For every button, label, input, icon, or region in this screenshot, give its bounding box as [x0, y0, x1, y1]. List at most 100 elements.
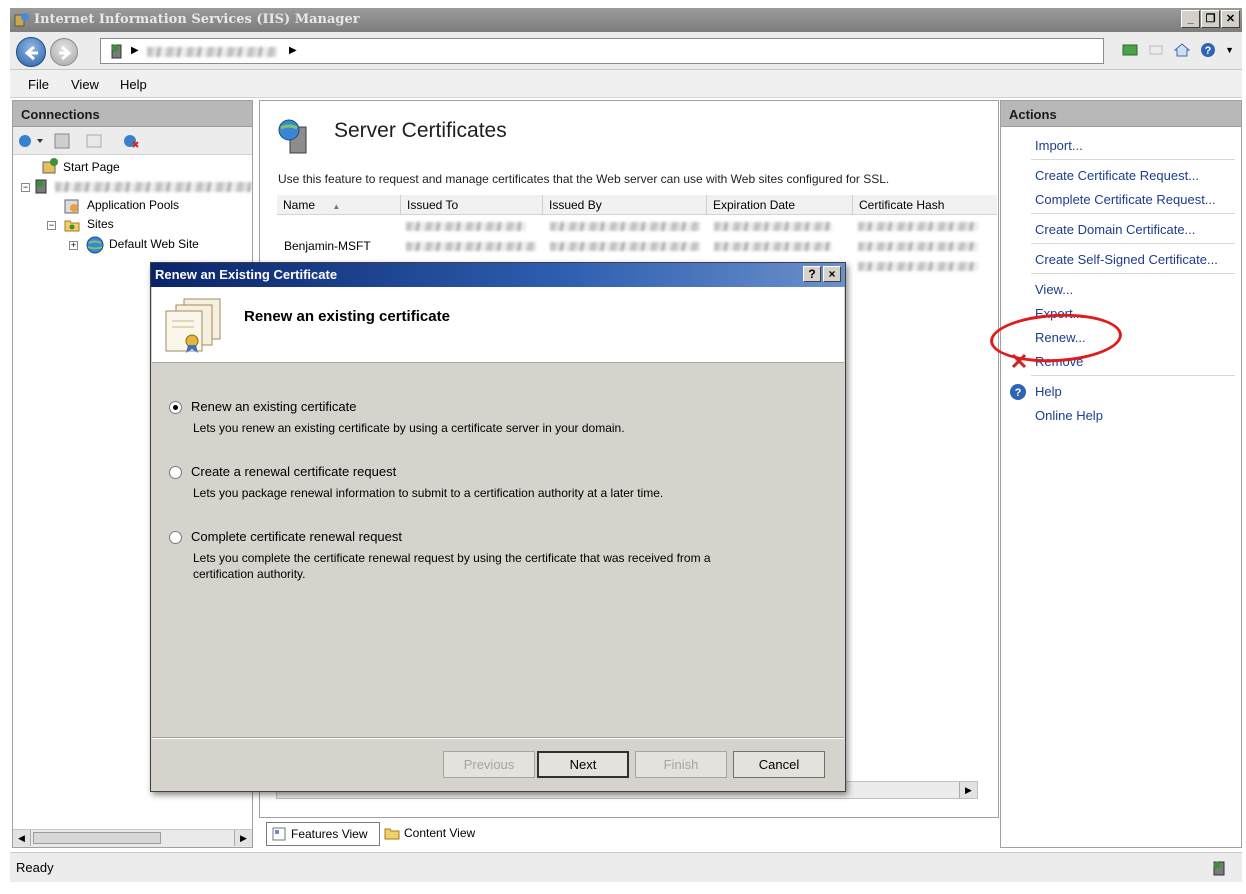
action-view[interactable]: View... — [1035, 282, 1073, 297]
close-window-button[interactable]: ✕ — [1221, 10, 1240, 28]
help-icon[interactable]: ? — [1199, 41, 1217, 59]
sites-folder-icon — [64, 220, 80, 232]
action-create-self-signed-certificate[interactable]: Create Self-Signed Certificate... — [1035, 252, 1218, 267]
redacted-cell — [714, 222, 832, 231]
action-complete-certificate-request[interactable]: Complete Certificate Request... — [1035, 192, 1216, 207]
redacted-cell — [550, 222, 700, 231]
up-icon[interactable] — [85, 132, 103, 150]
save-icon[interactable] — [53, 132, 71, 150]
tab-content-view[interactable]: Content View — [380, 822, 500, 846]
option-label[interactable]: Renew an existing certificate — [191, 399, 356, 414]
status-bar: Ready — [10, 852, 1242, 882]
option-description: Lets you renew an existing certificate b… — [193, 421, 625, 435]
dialog-close-button[interactable]: × — [823, 266, 841, 282]
window-titlebar: Internet Information Services (IIS) Mana… — [10, 8, 1242, 32]
column-issued-to[interactable]: Issued To — [401, 195, 543, 215]
radio-renew-existing[interactable] — [169, 401, 182, 414]
action-online-help[interactable]: Online Help — [1035, 408, 1103, 423]
feature-description: Use this feature to request and manage c… — [278, 172, 890, 186]
next-button[interactable]: Next — [537, 751, 629, 778]
scroll-right-arrow[interactable]: ▶ — [234, 830, 252, 846]
back-button[interactable] — [16, 37, 46, 67]
connect-icon[interactable] — [17, 132, 47, 150]
tree-sites[interactable]: Sites — [87, 217, 114, 231]
tree-default-web-site[interactable]: Default Web Site — [109, 237, 199, 251]
help-dropdown-icon[interactable]: ▼ — [1225, 45, 1234, 55]
stop-icon[interactable] — [1147, 41, 1165, 59]
address-toolbar: ▶ ▶ ? ▼ — [10, 32, 1242, 70]
refresh-icon[interactable] — [1121, 41, 1139, 59]
svg-text:?: ? — [1015, 387, 1022, 399]
divider — [1031, 273, 1235, 274]
certificate-icon — [165, 298, 221, 353]
table-row-name[interactable]: Benjamin-MSFT — [284, 239, 371, 253]
column-name[interactable]: Name ▲ — [277, 195, 401, 215]
dialog-header: Renew an existing certificate — [152, 287, 844, 363]
redacted-server-node[interactable] — [55, 182, 251, 192]
menu-help[interactable]: Help — [120, 77, 147, 92]
option-description: Lets you complete the certificate renewa… — [193, 551, 711, 581]
tree-collapse-server[interactable]: − — [21, 183, 30, 192]
tree-start-page[interactable]: Start Page — [63, 160, 120, 174]
option-label[interactable]: Complete certificate renewal request — [191, 529, 402, 544]
divider — [1031, 159, 1235, 160]
menu-view[interactable]: View — [71, 77, 99, 92]
tree-collapse-sites[interactable]: − — [47, 221, 56, 230]
redacted-server-name — [147, 47, 277, 57]
option-description: Lets you package renewal information to … — [193, 486, 664, 500]
restore-button[interactable]: ❐ — [1201, 10, 1220, 28]
server-icon — [111, 44, 122, 59]
redacted-cell — [858, 262, 978, 271]
minimize-button[interactable]: _ — [1181, 10, 1200, 28]
action-import[interactable]: Import... — [1035, 138, 1083, 153]
column-issued-by[interactable]: Issued By — [543, 195, 707, 215]
breadcrumb-arrow-icon: ▶ — [131, 45, 139, 56]
start-page-icon — [42, 158, 58, 174]
menu-file[interactable]: File — [28, 77, 49, 92]
actions-pane: Actions Import... Create Certificate Req… — [1000, 100, 1242, 848]
disconnect-icon[interactable] — [121, 132, 141, 150]
connections-scrollbar[interactable]: ◀ ▶ — [13, 829, 252, 847]
menu-bar: File View Help — [10, 70, 1242, 98]
action-help[interactable]: Help — [1035, 384, 1062, 399]
column-certificate-hash[interactable]: Certificate Hash — [853, 195, 997, 215]
dialog-titlebar: Renew an Existing Certificate ? × — [151, 263, 845, 287]
finish-button[interactable]: Finish — [635, 751, 727, 778]
iis-app-icon — [14, 13, 29, 27]
redacted-cell — [858, 222, 978, 231]
scroll-left-arrow[interactable]: ◀ — [13, 830, 31, 846]
redacted-cell — [406, 242, 536, 251]
divider — [1031, 375, 1235, 376]
server-node-icon — [35, 179, 47, 194]
address-field[interactable]: ▶ ▶ — [100, 38, 1104, 64]
dialog-title: Renew an Existing Certificate — [155, 267, 338, 282]
forward-arrow-icon — [59, 45, 72, 61]
radio-complete-renewal-request[interactable] — [169, 531, 182, 544]
home-icon[interactable] — [1173, 41, 1191, 59]
cancel-button[interactable]: Cancel — [733, 751, 825, 778]
radio-create-renewal-request[interactable] — [169, 466, 182, 479]
column-expiration-date[interactable]: Expiration Date — [707, 195, 853, 215]
tree-expand-default-site[interactable]: + — [69, 241, 78, 250]
action-create-domain-certificate[interactable]: Create Domain Certificate... — [1035, 222, 1195, 237]
forward-button[interactable] — [50, 38, 78, 66]
previous-button[interactable]: Previous — [443, 751, 535, 778]
action-create-certificate-request[interactable]: Create Certificate Request... — [1035, 168, 1199, 183]
scroll-right-arrow[interactable]: ▶ — [959, 782, 977, 798]
certificates-table-header: Name ▲ Issued To Issued By Expiration Da… — [277, 195, 997, 215]
help-icon: ? — [1010, 384, 1026, 400]
redacted-cell — [714, 242, 832, 251]
redacted-cell — [406, 222, 526, 231]
scroll-thumb[interactable] — [33, 832, 161, 844]
option-label[interactable]: Create a renewal certificate request — [191, 464, 396, 479]
breadcrumb-arrow-icon: ▶ — [289, 45, 297, 56]
content-view-icon — [384, 828, 400, 840]
tree-application-pools[interactable]: Application Pools — [87, 198, 179, 212]
tab-features-view[interactable]: Features View — [266, 822, 380, 846]
renew-certificate-dialog: Renew an Existing Certificate ? × Renew … — [150, 262, 846, 792]
features-view-icon — [272, 827, 286, 841]
svg-text:?: ? — [1205, 45, 1212, 57]
back-arrow-icon — [24, 45, 38, 61]
dialog-help-button[interactable]: ? — [803, 266, 821, 282]
app-pools-icon — [64, 199, 79, 214]
